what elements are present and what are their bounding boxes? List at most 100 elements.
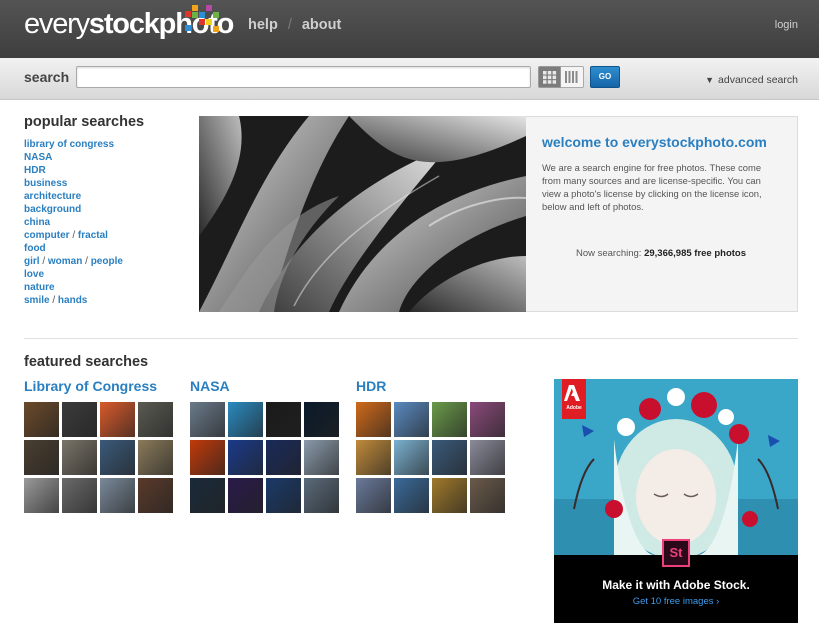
- featured-library-of-congress-thumbs: [24, 402, 174, 515]
- featured-thumbnail[interactable]: [190, 402, 225, 437]
- featured-thumbnail[interactable]: [228, 440, 263, 475]
- adobe-stock-ad[interactable]: Adobe St Make it with Adobe Stock. Get 1…: [554, 379, 798, 623]
- popular-search-link[interactable]: china: [24, 217, 50, 228]
- featured-thumbnail[interactable]: [432, 440, 467, 475]
- featured-thumbnail[interactable]: [266, 478, 301, 513]
- nav-separator: /: [287, 17, 292, 33]
- popular-search-link[interactable]: love: [24, 269, 44, 280]
- featured-thumbnail[interactable]: [304, 440, 339, 475]
- popular-search-item: food: [24, 242, 123, 255]
- featured-thumbnail[interactable]: [304, 402, 339, 437]
- photo-count: 29,366,985 free photos: [644, 248, 747, 259]
- column-view-icon: [565, 71, 578, 83]
- featured-thumbnail[interactable]: [190, 478, 225, 513]
- featured-thumbnail[interactable]: [138, 478, 173, 513]
- grid-view-button[interactable]: [538, 66, 561, 88]
- featured-library-of-congress-link[interactable]: Library of Congress: [24, 378, 157, 394]
- featured-thumbnail[interactable]: [24, 478, 59, 513]
- featured-thumbnail[interactable]: [470, 440, 505, 475]
- popular-search-link[interactable]: background: [24, 204, 81, 215]
- adobe-logo-label: Adobe: [566, 405, 582, 411]
- top-bar: everystockphoto help / about login: [0, 0, 819, 58]
- featured-thumbnail[interactable]: [138, 402, 173, 437]
- logo-squares-icon: [185, 5, 219, 32]
- column-view-button[interactable]: [561, 66, 584, 88]
- search-input[interactable]: [76, 66, 531, 88]
- popular-search-item: background: [24, 203, 123, 216]
- popular-search-link[interactable]: people: [91, 256, 123, 267]
- featured-thumbnail[interactable]: [100, 478, 135, 513]
- featured-thumbnail[interactable]: [432, 402, 467, 437]
- advanced-search-link[interactable]: ▼ advanced search: [705, 74, 798, 86]
- featured-thumbnail[interactable]: [470, 402, 505, 437]
- term-separator: /: [69, 230, 78, 241]
- logo-text-light: every: [24, 8, 90, 40]
- popular-search-item: love: [24, 268, 123, 281]
- go-button[interactable]: GO: [590, 66, 620, 88]
- advanced-search-label: advanced search: [718, 74, 798, 86]
- welcome-title: welcome to everystockphoto.com: [542, 134, 767, 150]
- featured-thumbnail[interactable]: [228, 402, 263, 437]
- popular-search-link[interactable]: nature: [24, 282, 55, 293]
- ad-cta-link[interactable]: Get 10 free images ›: [554, 596, 798, 607]
- popular-search-link[interactable]: smile: [24, 295, 50, 306]
- featured-thumbnail[interactable]: [62, 402, 97, 437]
- featured-thumbnail[interactable]: [228, 478, 263, 513]
- featured-thumbnail[interactable]: [138, 440, 173, 475]
- featured-thumbnail[interactable]: [394, 478, 429, 513]
- featured-nasa-link[interactable]: NASA: [190, 378, 230, 394]
- featured-thumbnail[interactable]: [24, 402, 59, 437]
- popular-search-item: girl / woman / people: [24, 255, 123, 268]
- popular-search-item: NASA: [24, 151, 123, 164]
- popular-search-item: library of congress: [24, 138, 123, 151]
- nav-about-link[interactable]: about: [302, 17, 341, 33]
- featured-thumbnail[interactable]: [266, 440, 301, 475]
- featured-thumbnail[interactable]: [62, 478, 97, 513]
- featured-thumbnail[interactable]: [356, 478, 391, 513]
- popular-search-link[interactable]: HDR: [24, 165, 46, 176]
- popular-search-item: nature: [24, 281, 123, 294]
- popular-search-link[interactable]: business: [24, 178, 67, 189]
- popular-search-link[interactable]: NASA: [24, 152, 52, 163]
- featured-thumbnail[interactable]: [266, 402, 301, 437]
- featured-thumbnail[interactable]: [394, 402, 429, 437]
- popular-search-link[interactable]: girl: [24, 256, 40, 267]
- ad-headline: Make it with Adobe Stock.: [602, 578, 750, 592]
- featured-thumbnail[interactable]: [100, 440, 135, 475]
- section-divider: [24, 338, 798, 339]
- featured-hdr-link[interactable]: HDR: [356, 378, 386, 394]
- featured-thumbnail[interactable]: [190, 440, 225, 475]
- featured-thumbnail[interactable]: [100, 402, 135, 437]
- hero-image[interactable]: [199, 116, 526, 312]
- featured-thumbnail[interactable]: [24, 440, 59, 475]
- term-separator: /: [82, 256, 91, 267]
- popular-search-link[interactable]: computer: [24, 230, 70, 241]
- popular-search-link[interactable]: library of congress: [24, 139, 114, 150]
- featured-thumbnail[interactable]: [470, 478, 505, 513]
- main-nav: help / about: [248, 17, 341, 33]
- popular-search-item: architecture: [24, 190, 123, 203]
- popular-search-item: china: [24, 216, 123, 229]
- login-link[interactable]: login: [775, 19, 798, 31]
- nav-help-link[interactable]: help: [248, 17, 278, 33]
- popular-search-link[interactable]: architecture: [24, 191, 81, 202]
- featured-thumbnail[interactable]: [432, 478, 467, 513]
- popular-search-link[interactable]: fractal: [78, 230, 108, 241]
- featured-thumbnail[interactable]: [304, 478, 339, 513]
- now-searching-prefix: Now searching:: [575, 248, 645, 259]
- popular-search-link[interactable]: food: [24, 243, 46, 254]
- adobe-stock-badge: St: [662, 539, 690, 567]
- popular-search-link[interactable]: hands: [58, 295, 87, 306]
- featured-searches-title: featured searches: [24, 354, 149, 370]
- featured-nasa-thumbs: [190, 402, 340, 515]
- featured-thumbnail[interactable]: [356, 440, 391, 475]
- popular-search-link[interactable]: woman: [48, 256, 82, 267]
- now-searching: Now searching: 29,366,985 free photos: [526, 248, 796, 259]
- popular-search-item: computer / fractal: [24, 229, 123, 242]
- ad-artwork: [554, 379, 798, 555]
- featured-thumbnail[interactable]: [394, 440, 429, 475]
- adobe-logo: Adobe: [562, 379, 586, 419]
- featured-thumbnail[interactable]: [62, 440, 97, 475]
- featured-thumbnail[interactable]: [356, 402, 391, 437]
- popular-searches-list: library of congress NASA HDR business archit…: [24, 138, 123, 307]
